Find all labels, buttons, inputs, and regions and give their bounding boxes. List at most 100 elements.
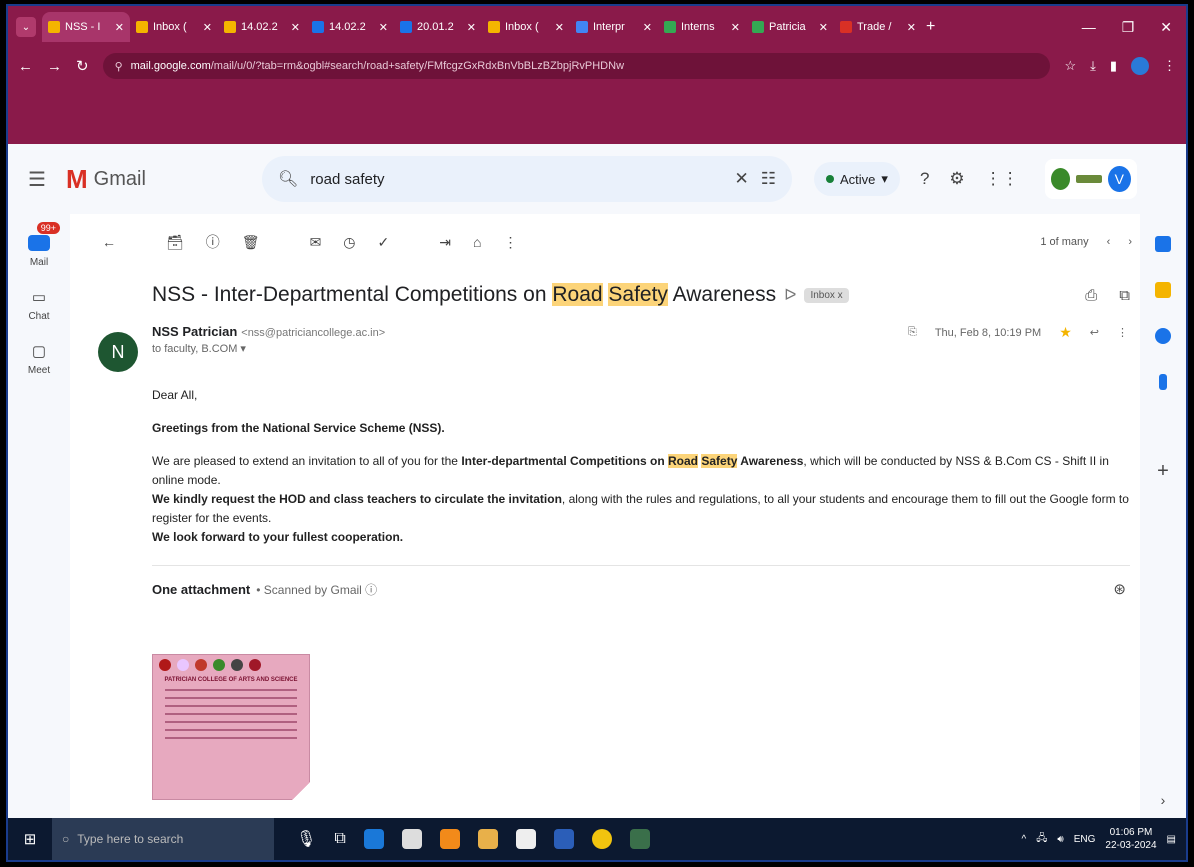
edge-icon[interactable]: [363, 829, 384, 849]
notifications-icon[interactable]: ▤: [1167, 834, 1176, 845]
sender-avatar[interactable]: N: [98, 332, 138, 372]
bookmark-star-icon[interactable]: ☆: [1064, 58, 1076, 74]
tab-9[interactable]: Trade / ✕: [834, 12, 922, 42]
close-icon[interactable]: ✕: [819, 21, 828, 34]
close-icon[interactable]: ✕: [643, 21, 652, 34]
mail-app-icon[interactable]: [515, 829, 536, 849]
inbox-label-chip[interactable]: Inbox x: [804, 287, 849, 303]
close-icon[interactable]: ✕: [731, 21, 740, 34]
close-icon[interactable]: ✕: [203, 21, 212, 34]
print-icon[interactable]: ⎙: [1085, 287, 1097, 304]
mark-unread-icon[interactable]: ✉: [310, 234, 322, 251]
chrome-profile-icon[interactable]: [629, 829, 650, 849]
calendar-icon[interactable]: [1155, 236, 1171, 252]
more-icon[interactable]: ⋮: [503, 234, 517, 251]
tab-2[interactable]: 14.02.2 ✕: [218, 12, 306, 42]
sidepanel-icon[interactable]: ▮: [1110, 58, 1117, 74]
browser-menu-icon[interactable]: ⋮: [1163, 58, 1176, 74]
close-icon[interactable]: ✕: [907, 21, 916, 34]
maximize-icon[interactable]: ❐: [1122, 19, 1135, 36]
microphone-icon[interactable]: 🎙︎: [296, 829, 316, 849]
task-view-icon[interactable]: ⧉: [334, 830, 345, 848]
profile-icon[interactable]: [1131, 57, 1149, 75]
important-marker-icon[interactable]: ᐅ: [784, 285, 796, 305]
reply-icon[interactable]: ↩: [1090, 326, 1099, 339]
download-icon[interactable]: ⤓: [1090, 58, 1096, 74]
tab-4[interactable]: 20.01.2 ✕: [394, 12, 482, 42]
tab-6[interactable]: Interpr ✕: [570, 12, 658, 42]
tab-7[interactable]: Interns ✕: [658, 12, 746, 42]
firefox-icon[interactable]: [439, 829, 460, 849]
add-to-tasks-icon[interactable]: ✓: [378, 234, 390, 251]
snooze-icon[interactable]: ◷: [343, 234, 355, 251]
tab-label: Patricia: [769, 21, 806, 33]
new-tab-button[interactable]: +: [926, 18, 935, 36]
message-more-icon[interactable]: ⋮: [1117, 326, 1128, 339]
help-icon[interactable]: ?: [920, 169, 929, 189]
close-icon[interactable]: ✕: [379, 21, 388, 34]
tab-search-button[interactable]: ⌄: [16, 17, 36, 37]
recipients-toggle[interactable]: to faculty, B.COM ▾: [152, 342, 385, 355]
search-icon[interactable]: 🔍︎: [278, 169, 298, 189]
tasks-icon[interactable]: [1155, 328, 1171, 344]
reload-icon[interactable]: ↻: [76, 57, 89, 75]
left-rail: 99+ Mail ▭ Chat ▢ Meet: [8, 214, 70, 822]
clear-search-icon[interactable]: ✕: [735, 169, 749, 189]
forward-icon[interactable]: →: [47, 58, 62, 75]
rail-item-chat[interactable]: ▭ Chat: [8, 286, 70, 322]
network-icon[interactable]: 🖧︎: [1036, 831, 1047, 848]
settings-gear-icon[interactable]: ⚙: [949, 169, 964, 189]
account-avatar[interactable]: V: [1107, 166, 1131, 192]
organization-badge[interactable]: V: [1044, 159, 1137, 199]
sender-name[interactable]: NSS Patrician: [152, 324, 237, 339]
main-menu-icon[interactable]: ☰: [8, 167, 66, 192]
rail-item-meet[interactable]: ▢ Meet: [8, 340, 70, 376]
keep-icon[interactable]: [1155, 282, 1171, 298]
archive-icon[interactable]: 🗃︎: [166, 234, 184, 251]
gmail-logo[interactable]: M Gmail: [66, 164, 262, 195]
minimize-icon[interactable]: —: [1082, 19, 1096, 36]
get-addons-icon[interactable]: +: [1157, 460, 1169, 483]
chrome-icon[interactable]: [591, 829, 612, 849]
tab-5[interactable]: Inbox (✕: [482, 12, 570, 42]
taskbar-search[interactable]: ○ Type here to search: [52, 818, 274, 860]
next-message-icon[interactable]: ›: [1128, 236, 1132, 248]
close-window-icon[interactable]: ✕: [1160, 19, 1172, 36]
file-explorer-icon[interactable]: [477, 829, 498, 849]
site-info-icon[interactable]: ⚲: [115, 60, 123, 73]
status-selector[interactable]: Active ▾: [814, 162, 900, 196]
prev-message-icon[interactable]: ‹: [1107, 236, 1111, 248]
contacts-icon[interactable]: [1159, 374, 1167, 390]
move-to-icon[interactable]: ⇥: [439, 234, 451, 251]
label-icon[interactable]: ⌂: [473, 234, 481, 250]
close-icon[interactable]: ✕: [291, 21, 300, 34]
open-new-window-icon[interactable]: ⧉: [1119, 287, 1130, 304]
back-icon[interactable]: ←: [18, 58, 33, 75]
apps-grid-icon[interactable]: ⋮⋮: [985, 169, 1019, 189]
tab-3[interactable]: 14.02.2 ✕: [306, 12, 394, 42]
tab-8[interactable]: Patricia ✕: [746, 12, 834, 42]
language-indicator[interactable]: ENG: [1074, 834, 1096, 845]
address-bar[interactable]: ⚲ mail.google.com/mail/u/0/?tab=rm&ogbl#…: [102, 53, 1051, 79]
tab-1[interactable]: Inbox (✕: [130, 12, 218, 42]
attachment-thumbnail[interactable]: PATRICIAN COLLEGE OF ARTS AND SCIENCE: [152, 654, 310, 800]
delete-icon[interactable]: 🗑︎: [242, 234, 260, 251]
windows-start-icon[interactable]: ⊞: [8, 830, 52, 848]
star-icon[interactable]: ★: [1059, 324, 1072, 341]
back-to-list-icon[interactable]: ←: [102, 234, 116, 250]
volume-icon[interactable]: 🔊︎: [1057, 834, 1063, 845]
report-spam-icon[interactable]: ⓘ: [206, 232, 220, 252]
close-icon[interactable]: ✕: [115, 21, 124, 34]
search-input[interactable]: [310, 170, 723, 188]
show-hidden-icons[interactable]: ^: [1022, 834, 1027, 845]
clock[interactable]: 01:06 PM 22-03-2024: [1105, 826, 1156, 852]
tab-0[interactable]: NSS - I ✕: [42, 12, 130, 42]
close-icon[interactable]: ✕: [555, 21, 564, 34]
word-icon[interactable]: [553, 829, 574, 849]
rail-item-mail[interactable]: 99+ Mail: [8, 222, 70, 268]
store-icon[interactable]: [401, 829, 422, 849]
add-to-drive-icon[interactable]: ⊛: [1113, 580, 1126, 598]
show-side-panel-icon[interactable]: ›: [1161, 792, 1166, 808]
search-options-icon[interactable]: ☷: [761, 169, 776, 189]
close-icon[interactable]: ✕: [467, 21, 476, 34]
